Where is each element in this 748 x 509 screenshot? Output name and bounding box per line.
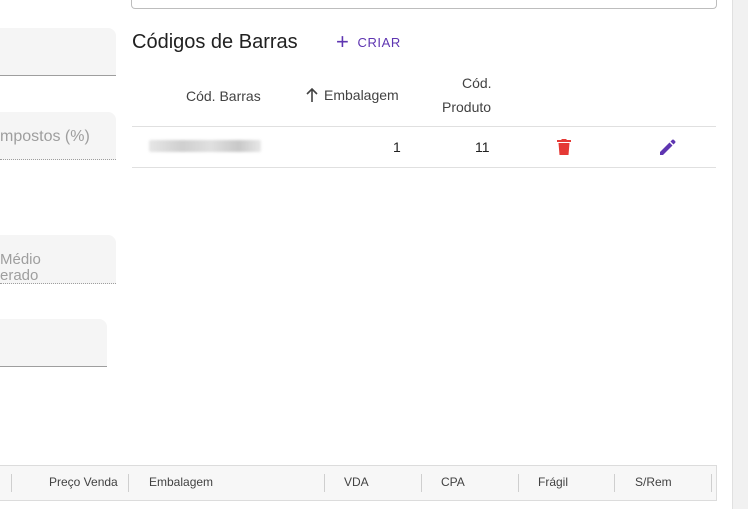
- col-header-cod-produto-line2[interactable]: Produto: [442, 99, 491, 115]
- vertical-scrollbar[interactable]: [732, 0, 748, 509]
- custo-medio-field[interactable]: Médio erado: [0, 235, 116, 284]
- grid-col-separator: [324, 474, 325, 492]
- grid-col-separator: [614, 474, 615, 492]
- col-header-cod-barras[interactable]: Cód. Barras: [186, 88, 261, 104]
- impostos-field-label: mpostos (%): [0, 128, 90, 145]
- grid-header: Preço Venda Embalagem VDA CPA Frágil S/R…: [0, 465, 717, 501]
- grid-col-preco-venda[interactable]: Preço Venda: [49, 475, 118, 489]
- create-barcode-label: CRIAR: [357, 34, 401, 50]
- grid-col-separator: [711, 474, 712, 492]
- cell-cod-produto: 11: [475, 139, 490, 155]
- col-header-embalagem-label: Embalagem: [324, 87, 399, 103]
- custo-medio-label-line1: Médio: [0, 251, 41, 268]
- left-field-1[interactable]: -: [0, 28, 116, 76]
- grid-col-vda[interactable]: VDA: [344, 475, 369, 489]
- delete-icon[interactable]: [557, 139, 571, 160]
- col-header-embalagem[interactable]: Embalagem: [305, 87, 399, 103]
- edit-icon[interactable]: [659, 139, 676, 161]
- header-divider: [132, 126, 716, 127]
- col-header-cod-produto-line1[interactable]: Cód.: [462, 75, 492, 91]
- top-panel: [131, 0, 717, 9]
- grid-col-separator: [421, 474, 422, 492]
- grid-col-s-rem[interactable]: S/Rem: [635, 475, 672, 489]
- left-field-4[interactable]: [0, 319, 107, 367]
- row-divider: [132, 167, 716, 168]
- barcode-value-blurred: [149, 140, 261, 152]
- cell-embalagem: 1: [393, 139, 401, 155]
- grid-col-separator: [128, 474, 129, 492]
- grid-col-embalagem[interactable]: Embalagem: [149, 475, 213, 489]
- grid-col-fragil[interactable]: Frágil: [538, 475, 568, 489]
- grid-col-separator: [11, 474, 12, 492]
- grid-col-separator: [518, 474, 519, 492]
- grid-col-cpa[interactable]: CPA: [441, 475, 465, 489]
- plus-icon: +: [336, 29, 350, 54]
- impostos-field[interactable]: mpostos (%): [0, 112, 116, 160]
- custo-medio-label-line2: erado: [0, 267, 39, 284]
- create-barcode-button[interactable]: + CRIAR: [336, 30, 401, 54]
- sort-arrow-up-icon: [306, 87, 318, 102]
- barcodes-title: Códigos de Barras: [132, 31, 298, 53]
